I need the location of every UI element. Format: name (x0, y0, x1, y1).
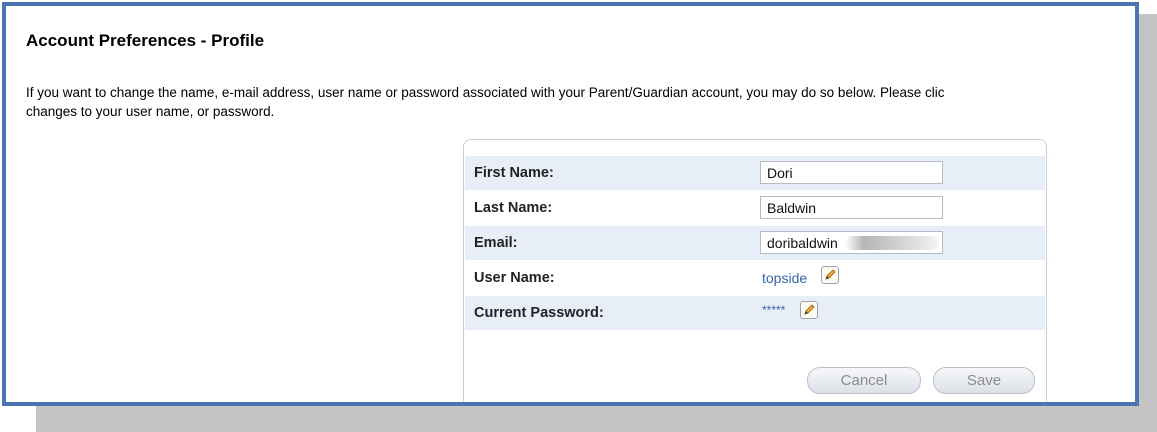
profile-form-panel: First Name: Last Name: Email: User Name:… (463, 139, 1047, 402)
redacted-email-blur (845, 236, 939, 250)
user-name-value: topside (762, 270, 808, 286)
last-name-input[interactable] (760, 196, 943, 219)
pencil-edit-icon[interactable] (821, 266, 839, 284)
intro-line-1: If you want to change the name, e-mail a… (26, 85, 945, 100)
intro-line-2: changes to your user name, or password. (26, 104, 275, 119)
row-last-name: Last Name: (465, 191, 1045, 226)
password-label: Current Password: (474, 305, 604, 321)
profile-window: Account Preferences - Profile If you wan… (2, 2, 1139, 406)
row-user-name: User Name: topside (465, 261, 1045, 296)
row-email: Email: (465, 226, 1045, 261)
cancel-button[interactable]: Cancel (807, 367, 921, 394)
first-name-input[interactable] (760, 161, 943, 184)
row-first-name: First Name: (465, 156, 1045, 191)
page-title: Account Preferences - Profile (26, 31, 265, 50)
save-button[interactable]: Save (933, 367, 1035, 394)
last-name-label: Last Name: (474, 200, 553, 216)
user-name-label: User Name: (474, 270, 555, 286)
first-name-label: First Name: (474, 165, 554, 181)
intro-text: If you want to change the name, e-mail a… (26, 83, 1135, 121)
pencil-edit-icon[interactable] (800, 301, 818, 319)
password-value: ***** (762, 303, 786, 317)
form-rows: First Name: Last Name: Email: User Name:… (465, 156, 1045, 331)
row-password: Current Password: ***** (465, 296, 1045, 331)
email-label: Email: (474, 235, 518, 251)
